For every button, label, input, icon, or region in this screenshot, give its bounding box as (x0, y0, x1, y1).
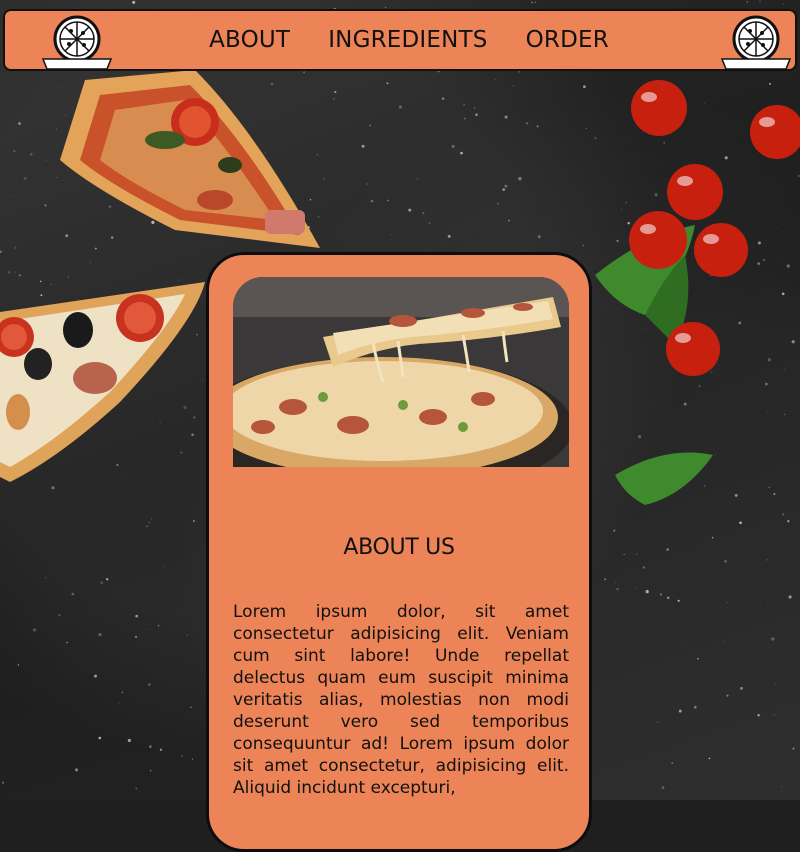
nav-link-ingredients[interactable]: INGREDIENTS (328, 27, 487, 53)
about-body-text: Lorem ipsum dolor, sit amet consectetur … (233, 602, 569, 798)
nav-links: ABOUT INGREDIENTS ORDER (5, 11, 795, 69)
pizza-logo-icon[interactable] (716, 13, 796, 71)
about-card: ABOUT US Lorem ipsum dolor, sit amet con… (206, 252, 592, 852)
nav-link-about[interactable]: ABOUT (209, 27, 290, 53)
pizza-slice-photo (233, 277, 569, 467)
pizza-slice-image-top (60, 70, 320, 248)
about-title: ABOUT US (343, 535, 455, 560)
nav-link-order[interactable]: ORDER (526, 27, 609, 53)
nav-bar: ABOUT INGREDIENTS ORDER (3, 9, 797, 71)
tomatoes-basil-image (595, 80, 800, 505)
pizza-slice-image-left (0, 282, 205, 482)
